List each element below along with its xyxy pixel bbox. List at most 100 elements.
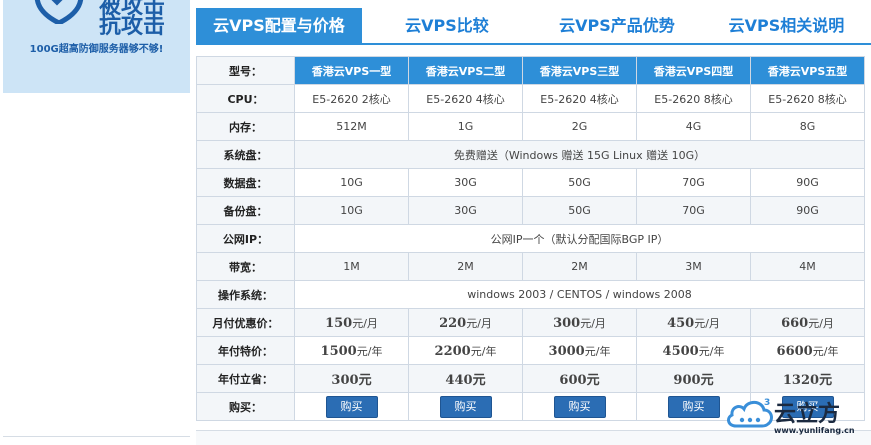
savings-unit: 元 xyxy=(586,373,600,388)
table-cell: 30G xyxy=(408,168,523,197)
table-row-data-disk: 数据盘： 10G 30G 50G 70G 90G xyxy=(196,168,865,197)
price-unit: 元/年 xyxy=(698,344,725,358)
row-label: 年付立省： xyxy=(196,364,295,393)
table-cell: 8G xyxy=(750,112,865,141)
model-name: 香港云VPS一型 xyxy=(294,56,409,85)
table-cell: E5-2620 4核心 xyxy=(522,84,637,113)
table-cell: 512M xyxy=(294,112,409,141)
table-cell: 90G xyxy=(750,196,865,225)
table-row-public-ip: 公网IP： 公网IP一个（默认分配国际BGP IP） xyxy=(196,224,865,253)
table-cell: 2M xyxy=(408,252,523,281)
price-amount: 3000 xyxy=(548,343,585,359)
buy-button-model-1[interactable]: 购买 xyxy=(325,395,378,418)
shield-check-icon xyxy=(34,0,84,24)
row-label: CPU： xyxy=(196,84,295,113)
price-cell: 4500元/年 xyxy=(636,336,751,365)
row-label: 型号： xyxy=(196,56,295,85)
table-cell: 3M xyxy=(636,252,751,281)
table-cell: E5-2620 8核心 xyxy=(750,84,865,113)
watermark-logo: 3 云立方 www.yunlifang.cn xyxy=(724,392,871,444)
row-label: 月付优惠价： xyxy=(196,308,295,337)
row-label: 数据盘： xyxy=(196,168,295,197)
table-cell: 50G xyxy=(522,168,637,197)
price-unit: 元/月 xyxy=(580,316,606,330)
buy-cell: 购买 xyxy=(522,392,637,421)
price-cell: 3000元/年 xyxy=(522,336,637,365)
price-unit: 元/月 xyxy=(466,316,492,330)
tab-advantages[interactable]: 云VPS产品优势 xyxy=(532,8,702,44)
table-row-yearly-price: 年付特价： 1500元/年 2200元/年 3000元/年 4500元/年 66… xyxy=(196,336,865,365)
model-name: 香港云VPS三型 xyxy=(522,56,637,85)
table-cell: 70G xyxy=(636,196,751,225)
banner-headline-2: 抗攻击 xyxy=(99,14,166,39)
buy-button-model-4[interactable]: 购买 xyxy=(667,395,720,418)
watermark-brand: 云立方 xyxy=(774,402,841,427)
table-cell: 1M xyxy=(294,252,409,281)
table-row-yearly-savings: 年付立省： 300元 440元 600元 900元 1320元 xyxy=(196,364,865,393)
row-label: 操作系统： xyxy=(196,280,295,309)
table-cell: E5-2620 2核心 xyxy=(294,84,409,113)
watermark-url: www.yunlifang.cn xyxy=(774,426,855,435)
table-cell: E5-2620 8核心 xyxy=(636,84,751,113)
savings-amount: 1320 xyxy=(782,373,820,388)
table-row-os: 操作系统： windows 2003 / CENTOS / windows 20… xyxy=(196,280,865,309)
savings-cell: 900元 xyxy=(636,364,751,393)
price-cell: 150元/月 xyxy=(294,308,409,337)
tab-config-price[interactable]: 云VPS配置与价格 xyxy=(196,8,362,44)
row-label: 购买： xyxy=(196,392,295,421)
table-cell-span: 免费赠送（Windows 赠送 15G Linux 赠送 10G） xyxy=(294,140,865,169)
price-cell: 450元/月 xyxy=(636,308,751,337)
price-amount: 300 xyxy=(553,315,581,331)
row-label: 系统盘： xyxy=(196,140,295,169)
buy-button-model-2[interactable]: 购买 xyxy=(439,395,492,418)
price-unit: 元/年 xyxy=(584,344,611,358)
price-amount: 2200 xyxy=(434,343,471,359)
savings-amount: 440 xyxy=(445,373,473,388)
savings-unit: 元 xyxy=(700,373,714,388)
row-label: 带宽： xyxy=(196,252,295,281)
vps-spec-table: 型号： 香港云VPS一型 香港云VPS二型 香港云VPS三型 香港云VPS四型 … xyxy=(196,56,865,421)
price-unit: 元/年 xyxy=(470,344,497,358)
price-unit: 元/月 xyxy=(352,316,378,330)
table-row-backup-disk: 备份盘： 10G 30G 50G 70G 90G xyxy=(196,196,865,225)
table-cell: 2M xyxy=(522,252,637,281)
table-cell: 10G xyxy=(294,168,409,197)
table-cell: 70G xyxy=(636,168,751,197)
price-unit: 元/年 xyxy=(356,344,383,358)
price-amount: 6600 xyxy=(776,343,813,359)
table-cell-span: 公网IP一个（默认分配国际BGP IP） xyxy=(294,224,865,253)
price-cell: 220元/月 xyxy=(408,308,523,337)
price-amount: 660 xyxy=(781,315,809,331)
price-unit: 元/月 xyxy=(694,316,720,330)
table-header-row: 型号： 香港云VPS一型 香港云VPS二型 香港云VPS三型 香港云VPS四型 … xyxy=(196,56,865,85)
price-cell: 300元/月 xyxy=(522,308,637,337)
price-unit: 元/年 xyxy=(812,344,839,358)
cloud-logo-icon: 3 xyxy=(727,398,773,428)
savings-cell: 600元 xyxy=(522,364,637,393)
price-cell: 660元/月 xyxy=(750,308,865,337)
model-name: 香港云VPS五型 xyxy=(750,56,865,85)
buy-button-model-3[interactable]: 购买 xyxy=(553,395,606,418)
table-row-system-disk: 系统盘： 免费赠送（Windows 赠送 15G Linux 赠送 10G） xyxy=(196,140,865,169)
tab-bar: 云VPS配置与价格 云VPS比较 云VPS产品优势 云VPS相关说明 xyxy=(196,8,871,44)
price-amount: 1500 xyxy=(320,343,357,359)
tab-notes[interactable]: 云VPS相关说明 xyxy=(702,8,871,44)
price-amount: 220 xyxy=(439,315,467,331)
table-cell: 1G xyxy=(408,112,523,141)
tab-underline xyxy=(196,43,871,45)
price-unit: 元/月 xyxy=(808,316,834,330)
row-label: 年付特价： xyxy=(196,336,295,365)
table-cell: 30G xyxy=(408,196,523,225)
savings-amount: 600 xyxy=(559,373,587,388)
price-amount: 450 xyxy=(667,315,695,331)
savings-unit: 元 xyxy=(819,373,833,388)
savings-cell: 300元 xyxy=(294,364,409,393)
price-cell: 1500元/年 xyxy=(294,336,409,365)
tab-compare[interactable]: 云VPS比较 xyxy=(362,8,532,44)
buy-cell: 购买 xyxy=(294,392,409,421)
price-amount: 150 xyxy=(325,315,353,331)
price-amount: 4500 xyxy=(662,343,699,359)
promo-banner[interactable]: 被攻击 抗攻击 100G超高防御服务器够不够! xyxy=(3,0,190,93)
savings-unit: 元 xyxy=(358,373,372,388)
savings-unit: 元 xyxy=(472,373,486,388)
